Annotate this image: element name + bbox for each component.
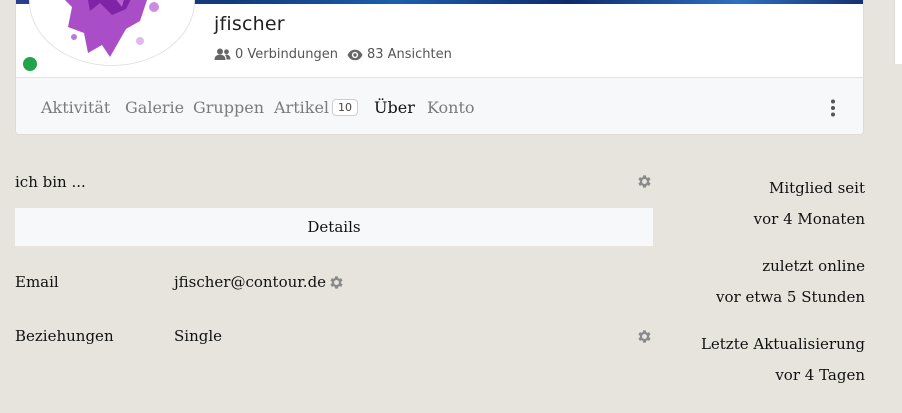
tab-galerie[interactable]: Galerie xyxy=(125,98,184,117)
last-online-label: zuletzt online xyxy=(762,257,865,275)
connections-count: 0 Verbindungen xyxy=(235,47,338,62)
relationship-privacy-gear-icon[interactable] xyxy=(636,328,653,345)
views-stat: 83 Ansichten xyxy=(347,47,452,62)
member-since-label: Mitglied seit xyxy=(768,179,865,197)
relationship-field-label: Beziehungen xyxy=(15,327,114,345)
tab-artikel[interactable]: Artikel 10 xyxy=(274,98,359,117)
eye-icon xyxy=(347,49,363,60)
email-field-value: jfischer@contour.de xyxy=(174,273,327,291)
tab-aktivitaet[interactable]: Aktivität xyxy=(41,98,110,117)
page: jfischer 0 Verbindungen 83 Ansichten Akt… xyxy=(0,0,902,413)
gear-icon[interactable] xyxy=(636,173,653,190)
email-field-label: Email xyxy=(15,273,59,291)
views-count: 83 Ansichten xyxy=(366,47,452,62)
about-intro-label: ich bin ... xyxy=(15,173,86,191)
email-privacy-gear-icon[interactable] xyxy=(328,274,345,291)
tab-artikel-label: Artikel xyxy=(274,98,330,117)
online-status-dot xyxy=(22,56,38,72)
adjacent-panel-edge xyxy=(894,0,902,64)
details-header-label: Details xyxy=(307,218,361,236)
profile-card: jfischer 0 Verbindungen 83 Ansichten Akt… xyxy=(15,0,864,135)
last-online-value: vor etwa 5 Stunden xyxy=(716,288,865,306)
connections-stat[interactable]: 0 Verbindungen xyxy=(214,47,338,62)
tab-ueber[interactable]: Über xyxy=(374,98,415,117)
kebab-vertical-icon[interactable] xyxy=(828,99,838,117)
tab-gruppen[interactable]: Gruppen xyxy=(193,98,264,117)
tab-konto[interactable]: Konto xyxy=(427,98,475,117)
users-icon xyxy=(214,48,231,60)
last-update-value: vor 4 Tagen xyxy=(775,366,865,384)
profile-stats: 0 Verbindungen 83 Ansichten xyxy=(214,47,461,62)
relationship-field-value: Single xyxy=(174,327,223,345)
artikel-count-badge: 10 xyxy=(332,99,359,116)
profile-username: jfischer xyxy=(214,13,285,35)
profile-nav: Aktivität Galerie Gruppen Artikel 10 Über… xyxy=(16,77,863,134)
last-update-label: Letzte Aktualisierung xyxy=(700,335,865,353)
member-since-value: vor 4 Monaten xyxy=(753,210,865,228)
details-section-header: Details xyxy=(15,208,653,246)
avatar-image xyxy=(30,0,194,65)
avatar[interactable] xyxy=(29,0,195,66)
